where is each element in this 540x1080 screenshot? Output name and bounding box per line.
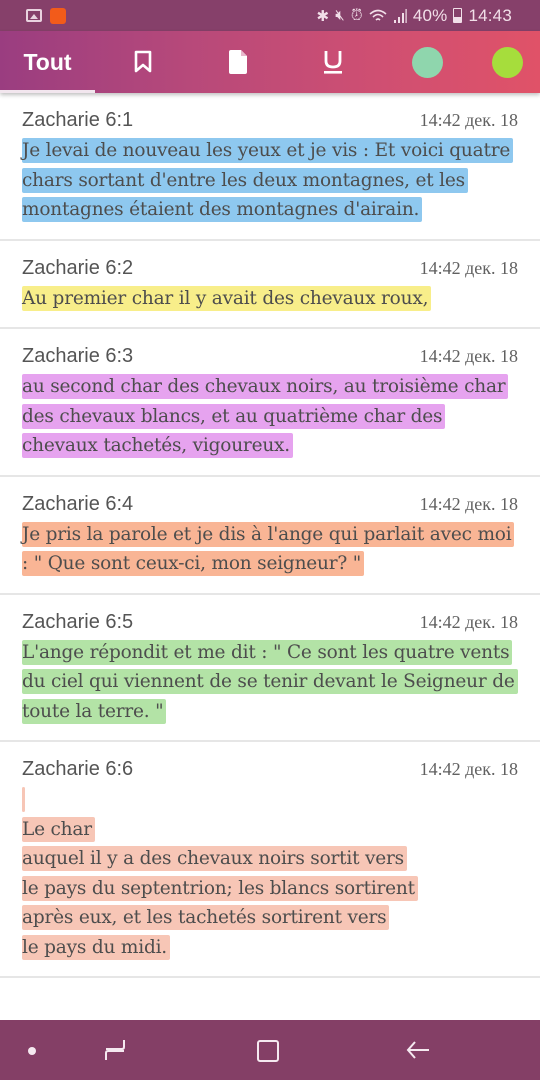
gallery-icon bbox=[26, 9, 42, 22]
filter-tab-bar: Tout bbox=[0, 31, 540, 93]
verse-text: L'ange répondit et me dit : " Ce sont le… bbox=[22, 638, 518, 727]
verse-reference: Zacharie 6:5 bbox=[22, 610, 134, 633]
list-item[interactable]: Zacharie 6:6 14:42 дек. 18 Le char auque… bbox=[0, 742, 540, 978]
verse-reference: Zacharie 6:6 bbox=[22, 758, 134, 780]
item-header: Zacharie 6:3 14:42 дек. 18 bbox=[22, 345, 518, 368]
home-icon[interactable] bbox=[257, 1040, 279, 1062]
signal-icon bbox=[393, 8, 407, 23]
timestamp: 14:42 дек. 18 bbox=[419, 759, 518, 779]
highlighted-text: au second char des chevaux noirs, au tro… bbox=[22, 374, 509, 458]
list-item[interactable]: Zacharie 6:3 14:42 дек. 18 au second cha… bbox=[0, 329, 540, 477]
wifi-icon bbox=[369, 9, 387, 21]
highlighted-text: Je pris la parole et je dis à l'ange qui… bbox=[22, 521, 515, 576]
highlighted-text: Le char auquel il y a des chevaux noirs … bbox=[22, 787, 418, 960]
item-header: Zacharie 6:2 14:42 дек. 18 bbox=[22, 257, 518, 280]
list-item[interactable]: Zacharie 6:2 14:42 дек. 18 Au premier ch… bbox=[0, 241, 540, 329]
verse-text: Le char auquel il y a des chevaux noirs … bbox=[22, 785, 518, 962]
tab-notes[interactable] bbox=[190, 31, 285, 93]
highlighted-text: L'ange répondit et me dit : " Ce sont le… bbox=[22, 639, 518, 724]
alarm-icon: ⏰︎ bbox=[350, 7, 363, 24]
item-header: Zacharie 6:1 14:42 дек. 18 bbox=[22, 109, 518, 132]
timestamp: 14:42 дек. 18 bbox=[419, 257, 518, 278]
bluetooth-icon: ✱ bbox=[316, 7, 330, 25]
list-item[interactable]: Zacharie 6:4 14:42 дек. 18 Je pris la pa… bbox=[0, 477, 540, 595]
tab-bookmarks[interactable] bbox=[95, 31, 190, 93]
verse-text: Je pris la parole et je dis à l'ange qui… bbox=[22, 520, 518, 579]
system-navigation-bar bbox=[0, 1020, 540, 1080]
verse-text: Au premier char il y avait des chevaux r… bbox=[22, 284, 518, 314]
item-header: Zacharie 6:5 14:42 дек. 18 bbox=[22, 611, 518, 634]
battery-percent: 40% bbox=[412, 5, 448, 25]
timestamp: 14:42 дек. 18 bbox=[419, 110, 518, 130]
verse-reference: Zacharie 6:4 bbox=[22, 492, 134, 515]
underline-icon bbox=[323, 51, 342, 74]
item-header: Zacharie 6:6 14:42 дек. 18 bbox=[22, 758, 518, 781]
tab-underlines[interactable] bbox=[285, 31, 380, 93]
recents-icon[interactable] bbox=[104, 1038, 126, 1062]
tab-color-green[interactable] bbox=[380, 31, 475, 93]
verse-text: au second char des chevaux noirs, au tro… bbox=[22, 372, 518, 461]
mute-icon: 🔇︎ bbox=[335, 7, 345, 24]
tab-all-label: Tout bbox=[23, 48, 72, 75]
tab-all[interactable]: Tout bbox=[0, 31, 95, 93]
color-filter-icon bbox=[412, 46, 443, 78]
tab-color-lime[interactable] bbox=[475, 31, 540, 93]
bookmark-icon bbox=[134, 50, 151, 73]
verse-text: Je levai de nouveau les yeux et je vis :… bbox=[22, 136, 518, 225]
highlights-list: Zacharie 6:1 14:42 дек. 18 Je levai de n… bbox=[0, 93, 540, 1020]
timestamp: 14:42 дек. 18 bbox=[419, 346, 518, 366]
highlighted-text: Au premier char il y avait des chevaux r… bbox=[22, 285, 432, 311]
back-icon[interactable] bbox=[405, 1038, 431, 1062]
verse-reference: Zacharie 6:3 bbox=[22, 345, 134, 367]
color-filter-icon bbox=[492, 46, 523, 78]
timestamp: 14:42 дек. 18 bbox=[419, 493, 518, 514]
note-icon bbox=[228, 50, 247, 74]
timestamp: 14:42 дек. 18 bbox=[419, 611, 518, 632]
status-right: ✱ 🔇︎ ⏰︎ 40% 14:43 bbox=[316, 6, 512, 26]
status-bar: ✱ 🔇︎ ⏰︎ 40% 14:43 bbox=[0, 0, 540, 31]
battery-icon bbox=[453, 8, 463, 23]
item-header: Zacharie 6:4 14:42 дек. 18 bbox=[22, 493, 518, 516]
verse-reference: Zacharie 6:2 bbox=[22, 256, 134, 279]
list-item[interactable]: Zacharie 6:5 14:42 дек. 18 L'ange répond… bbox=[0, 595, 540, 742]
assistant-dot-button[interactable] bbox=[28, 1047, 36, 1055]
status-time: 14:43 bbox=[468, 5, 512, 25]
highlighted-text: Je levai de nouveau les yeux et je vis :… bbox=[22, 138, 514, 222]
status-left bbox=[26, 7, 66, 24]
verse-reference: Zacharie 6:1 bbox=[22, 109, 134, 131]
list-item[interactable]: Zacharie 6:1 14:42 дек. 18 Je levai de n… bbox=[0, 93, 540, 241]
app-notification-icon bbox=[50, 7, 66, 24]
